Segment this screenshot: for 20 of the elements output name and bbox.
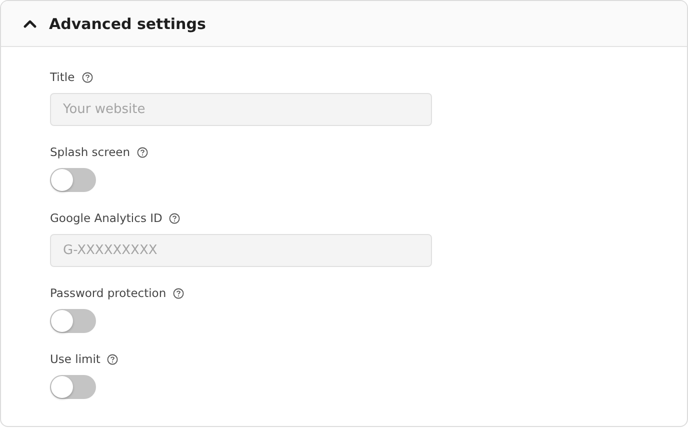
help-icon[interactable] [169, 212, 180, 224]
text-field[interactable]: Your website [50, 93, 432, 126]
toggle-knob[interactable] [51, 310, 73, 332]
toggle-knob[interactable] [51, 169, 73, 191]
help-icon[interactable] [137, 146, 148, 158]
toggle-switch[interactable] [50, 375, 96, 399]
field-label: Use limit [50, 352, 100, 366]
field-label: Google Analytics ID [50, 211, 162, 225]
section-header[interactable]: Advanced settings [1, 1, 687, 47]
help-icon[interactable] [173, 288, 184, 298]
text-field[interactable]: G-XXXXXXXXX [50, 234, 432, 267]
section-title: Advanced settings [49, 14, 206, 32]
field-label: Password protection [50, 286, 166, 300]
help-icon[interactable] [82, 72, 93, 82]
toggle-knob[interactable] [51, 376, 73, 398]
toggle-switch[interactable] [50, 168, 96, 192]
field-label: Title [50, 70, 75, 84]
help-icon[interactable] [107, 354, 118, 364]
toggle-switch[interactable] [50, 309, 96, 333]
field-label: Splash screen [50, 145, 130, 159]
